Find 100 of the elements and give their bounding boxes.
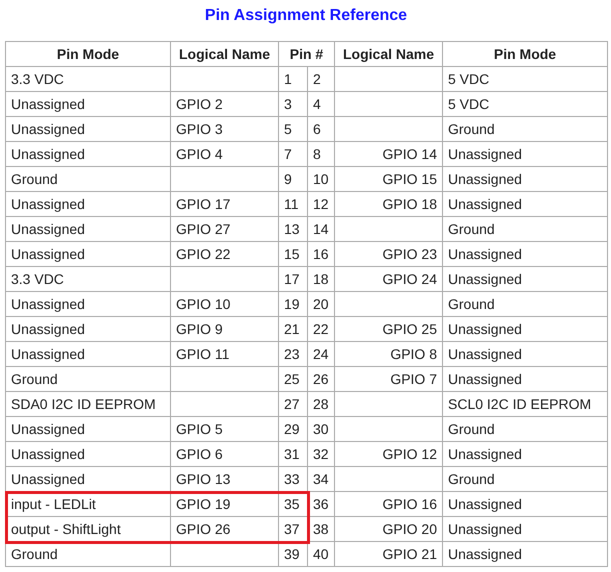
- table-cell: 1: [278, 66, 308, 92]
- table-cell: GPIO 23: [334, 242, 442, 266]
- table-cell: SDA0 I2C ID EEPROM: [6, 392, 170, 416]
- table-cell: GPIO 2: [170, 92, 278, 116]
- table-cell: Unassigned: [442, 142, 608, 166]
- table-cell: Unassigned: [442, 542, 608, 566]
- table-cell: Unassigned: [6, 442, 170, 466]
- table-cell: 21: [278, 316, 308, 342]
- table-cell: Unassigned: [442, 242, 608, 266]
- table-cell: GPIO 11: [170, 342, 278, 366]
- table-cell: 28: [308, 392, 334, 416]
- table-cell: GPIO 9: [170, 316, 278, 342]
- table-cell: Unassigned: [442, 192, 608, 216]
- table-cell: Unassigned: [442, 342, 608, 366]
- table-cell: GPIO 21: [334, 542, 442, 566]
- table-cell: 3: [278, 92, 308, 116]
- table-cell: Unassigned: [6, 216, 170, 242]
- column-header: Pin Mode: [442, 42, 608, 66]
- table-cell: 10: [308, 166, 334, 192]
- table-cell: 11: [278, 192, 308, 216]
- table-cell: Unassigned: [442, 492, 608, 516]
- table-cell: Unassigned: [442, 266, 608, 292]
- table-cell: 3.3 VDC: [6, 66, 170, 92]
- table-cell: 16: [308, 242, 334, 266]
- table-cell: Unassigned: [6, 292, 170, 316]
- table-cell: Ground: [6, 166, 170, 192]
- table-cell: Ground: [6, 542, 170, 566]
- table-cell: GPIO 16: [334, 492, 442, 516]
- column-header: Pin #: [278, 42, 334, 66]
- table-cell: 25: [278, 366, 308, 392]
- table-cell: 13: [278, 216, 308, 242]
- table-cell: Unassigned: [6, 316, 170, 342]
- table-cell: Unassigned: [6, 192, 170, 216]
- table-cell: Unassigned: [6, 142, 170, 166]
- table-cell: GPIO 24: [334, 266, 442, 292]
- table-cell: 8: [308, 142, 334, 166]
- table-cell: GPIO 19: [170, 492, 278, 516]
- table-cell: Unassigned: [6, 416, 170, 442]
- table-cell: 40: [308, 542, 334, 566]
- table-cell: Unassigned: [6, 92, 170, 116]
- table-cell: Unassigned: [442, 316, 608, 342]
- table-cell: GPIO 20: [334, 516, 442, 542]
- table-cell: GPIO 6: [170, 442, 278, 466]
- table-cell: GPIO 18: [334, 192, 442, 216]
- table-cell: GPIO 22: [170, 242, 278, 266]
- table-cell: Ground: [442, 292, 608, 316]
- table-cell: 26: [308, 366, 334, 392]
- table-cell: GPIO 7: [334, 366, 442, 392]
- table-cell: 30: [308, 416, 334, 442]
- table-cell: 4: [308, 92, 334, 116]
- column-header: Logical Name: [170, 42, 278, 66]
- table-cell: Ground: [6, 366, 170, 392]
- table-cell: 17: [278, 266, 308, 292]
- table-cell: GPIO 10: [170, 292, 278, 316]
- table-cell: Unassigned: [442, 166, 608, 192]
- table-cell: 18: [308, 266, 334, 292]
- table-cell: 5: [278, 116, 308, 142]
- table-cell: 3.3 VDC: [6, 266, 170, 292]
- table-cell: 24: [308, 342, 334, 366]
- table-cell: Unassigned: [442, 516, 608, 542]
- table-cell: 15: [278, 242, 308, 266]
- table-cell: GPIO 4: [170, 142, 278, 166]
- table-cell: 29: [278, 416, 308, 442]
- table-cell: 12: [308, 192, 334, 216]
- table-cell: Unassigned: [442, 442, 608, 466]
- table-cell: 27: [278, 392, 308, 416]
- table-cell: Ground: [442, 466, 608, 492]
- table-cell: 32: [308, 442, 334, 466]
- table-cell: 31: [278, 442, 308, 466]
- table-cell: 5 VDC: [442, 66, 608, 92]
- table-cell: 23: [278, 342, 308, 366]
- table-cell: GPIO 3: [170, 116, 278, 142]
- table-cell: Unassigned: [6, 242, 170, 266]
- page-title: Pin Assignment Reference: [204, 6, 408, 26]
- table-cell: 22: [308, 316, 334, 342]
- table-cell: Ground: [442, 116, 608, 142]
- table-cell: 2: [308, 66, 334, 92]
- table-cell: GPIO 27: [170, 216, 278, 242]
- table-cell: GPIO 14: [334, 142, 442, 166]
- table-cell: GPIO 12: [334, 442, 442, 466]
- table-cell: 7: [278, 142, 308, 166]
- table-cell: input - LEDLit: [6, 492, 170, 516]
- table-cell: 34: [308, 466, 334, 492]
- table-cell: Unassigned: [6, 116, 170, 142]
- table-cell: Ground: [442, 216, 608, 242]
- table-cell: GPIO 8: [334, 342, 442, 366]
- table-cell: 14: [308, 216, 334, 242]
- table-cell: 39: [278, 542, 308, 566]
- table-cell: Unassigned: [6, 466, 170, 492]
- column-header: Logical Name: [334, 42, 442, 66]
- table-cell: 19: [278, 292, 308, 316]
- table-cell: GPIO 5: [170, 416, 278, 442]
- table-cell: Unassigned: [442, 366, 608, 392]
- table-cell: GPIO 15: [334, 166, 442, 192]
- table-cell: GPIO 25: [334, 316, 442, 342]
- table-cell: 9: [278, 166, 308, 192]
- table-cell: SCL0 I2C ID EEPROM: [442, 392, 608, 416]
- table-cell: GPIO 17: [170, 192, 278, 216]
- table-cell: 36: [308, 492, 334, 516]
- table-cell: Unassigned: [6, 342, 170, 366]
